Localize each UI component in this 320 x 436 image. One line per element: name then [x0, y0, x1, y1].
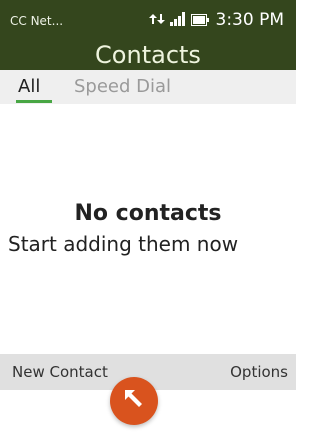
- signal-icon: [169, 11, 186, 30]
- active-tab-indicator: [16, 100, 52, 103]
- options-softkey[interactable]: Options: [230, 363, 288, 381]
- contacts-list-area: No contacts Start adding them now: [0, 104, 296, 354]
- empty-state-subtitle: Start adding them now: [8, 232, 239, 256]
- tab-bar: All Speed Dial: [0, 70, 296, 104]
- arrow-cursor-icon: [121, 386, 147, 416]
- new-contact-softkey[interactable]: New Contact: [12, 363, 108, 381]
- data-arrows-icon: [148, 11, 165, 30]
- tab-all[interactable]: All: [18, 76, 40, 97]
- carrier-name: CC Net...: [10, 14, 64, 28]
- app-header: Contacts: [0, 40, 296, 70]
- empty-state-title: No contacts: [74, 201, 222, 226]
- status-bar: CC Net... 3:30 PM: [0, 0, 296, 40]
- clock: 3:30 PM: [215, 10, 285, 30]
- battery-icon: [190, 11, 209, 30]
- status-icons: 3:30 PM: [148, 10, 285, 30]
- tab-speed-dial[interactable]: Speed Dial: [74, 76, 171, 97]
- pointer-cursor: [110, 377, 158, 425]
- page-title: Contacts: [95, 41, 201, 69]
